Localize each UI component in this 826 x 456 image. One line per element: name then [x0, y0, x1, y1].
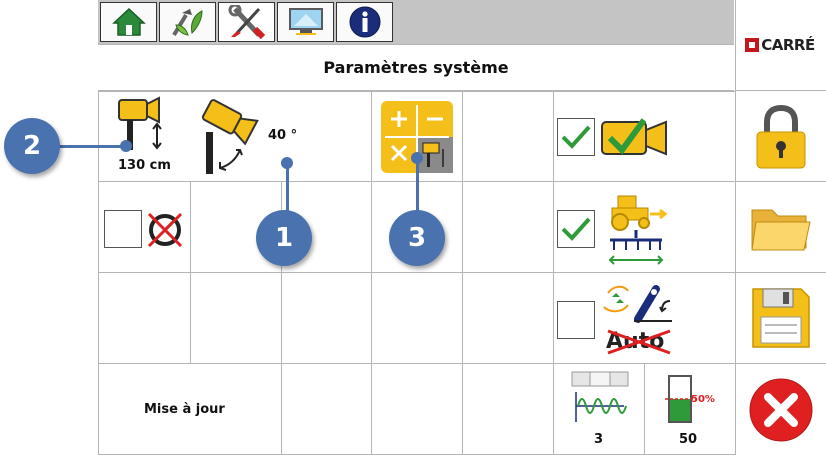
wrench-screwdriver-icon [228, 5, 265, 39]
tractor-implement-cell[interactable] [554, 182, 735, 272]
page-title: Paramètres système [98, 44, 734, 91]
monitor-icon [288, 8, 323, 35]
update-cell[interactable]: Mise à jour [99, 364, 281, 454]
camera-height-cell[interactable]: 130 cm [99, 92, 190, 181]
brand-logo: CARRÉ [734, 0, 826, 90]
save-button[interactable] [736, 273, 826, 363]
camera-height-value: 130 cm [118, 158, 171, 173]
padlock-icon [756, 104, 806, 168]
update-label: Mise à jour [144, 402, 225, 417]
sensitivity-cell[interactable]: 3 [554, 364, 644, 454]
auto-disabled-strike-icon [607, 329, 671, 355]
auto-mode-checkbox[interactable] [557, 301, 595, 339]
callout-badge-3: 3 [389, 210, 445, 266]
info-icon [349, 6, 380, 38]
tractor-implement-icon [608, 195, 668, 265]
threshold-percent: 50% [691, 394, 715, 405]
info-tab[interactable] [336, 2, 393, 42]
callout-leader-line [286, 162, 289, 214]
home-tab[interactable] [100, 2, 157, 42]
camera-angle-value: 40 ° [268, 128, 298, 143]
floppy-disk-icon [752, 288, 810, 348]
camera-enabled-checkbox[interactable] [557, 118, 595, 156]
callout-badge-1: 1 [256, 210, 312, 266]
brand-name: CARRÉ [761, 36, 815, 54]
callout-badge-2: 2 [4, 118, 60, 174]
settings-tab[interactable] [218, 2, 275, 42]
speed-sensor-cell[interactable] [99, 182, 190, 272]
agronomy-tab[interactable] [159, 2, 216, 42]
speedometer-disabled-icon [147, 212, 183, 248]
callout-leader-line [416, 157, 419, 214]
threshold-value: 50 [679, 432, 698, 447]
sensitivity-wave-icon [571, 371, 629, 422]
camera-enabled-cell[interactable] [554, 92, 735, 181]
sensitivity-value: 3 [594, 432, 604, 447]
callout-leader-line [58, 145, 122, 148]
grid-line [735, 90, 826, 91]
camera-check-icon [601, 118, 667, 156]
auto-mode-cell[interactable]: Auto [554, 273, 735, 363]
plant-tools-icon [171, 9, 203, 37]
brand-mark-icon [745, 38, 760, 52]
display-tab[interactable] [277, 2, 334, 42]
tractor-implement-checkbox[interactable] [557, 210, 595, 248]
folder-icon [751, 209, 811, 251]
grid-line [462, 91, 463, 455]
grid-line [190, 181, 191, 364]
close-button[interactable] [736, 364, 826, 456]
checkmark-icon [561, 125, 591, 149]
threshold-cell[interactable]: 50% 50 [645, 364, 735, 454]
close-icon [749, 378, 813, 442]
camera-angle-cell[interactable]: 40 ° [190, 92, 371, 181]
camera-tilt-icon [201, 99, 259, 174]
open-folder-button[interactable] [736, 182, 826, 272]
home-icon [111, 7, 146, 36]
checkmark-icon [561, 217, 591, 241]
grid-line [98, 454, 736, 455]
speed-sensor-checkbox[interactable] [104, 210, 142, 248]
lock-button[interactable] [736, 92, 826, 181]
